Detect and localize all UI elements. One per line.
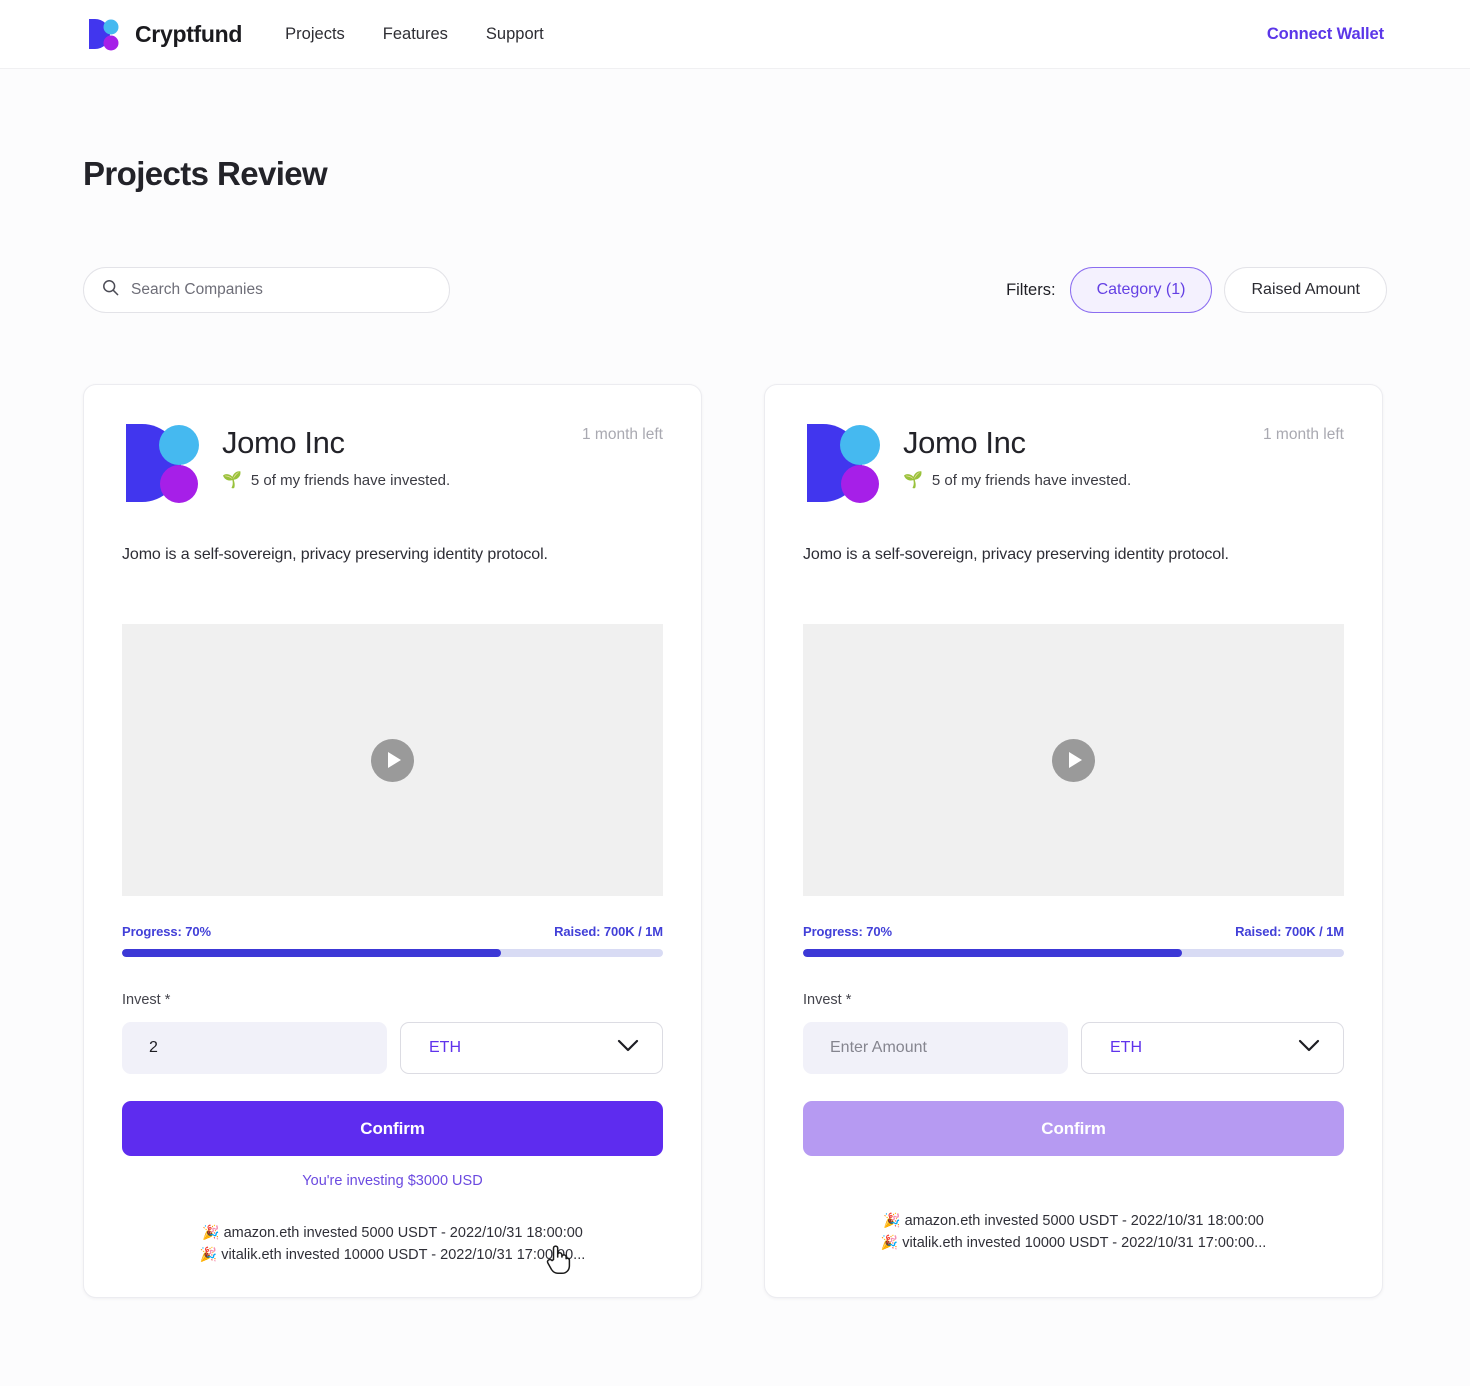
list-item: 🎉 vitalik.eth invested 10000 USDT - 2022… — [803, 1232, 1344, 1254]
site-header: Cryptfund Projects Features Support Conn… — [0, 0, 1470, 69]
invest-amount-input[interactable] — [803, 1022, 1068, 1074]
confirm-button[interactable]: Confirm — [122, 1101, 663, 1156]
activity-text: amazon.eth invested 5000 USDT - 2022/10/… — [904, 1213, 1264, 1229]
progress-bar-fill — [122, 949, 501, 957]
connect-wallet-button[interactable]: Connect Wallet — [1267, 25, 1384, 44]
friends-invested-text: 5 of my friends have invested. — [250, 472, 451, 490]
friends-invested-text: 5 of my friends have invested. — [931, 472, 1132, 490]
page-content: Projects Review Filters: Category (1) Ra… — [0, 155, 1470, 1298]
nav-link-features[interactable]: Features — [383, 17, 448, 52]
nav-link-support[interactable]: Support — [486, 17, 544, 52]
project-card: Jomo Inc 🌱 5 of my friends have invested… — [83, 384, 702, 1298]
invest-row: ETH — [122, 1022, 663, 1074]
card-header: Jomo Inc 🌱 5 of my friends have invested… — [122, 420, 663, 504]
play-icon[interactable] — [371, 738, 414, 782]
confirm-button[interactable]: Confirm — [803, 1101, 1344, 1156]
token-select[interactable]: ETH — [1081, 1022, 1344, 1074]
activity-log: 🎉 amazon.eth invested 5000 USDT - 2022/1… — [803, 1210, 1344, 1255]
activity-log: 🎉 amazon.eth invested 5000 USDT - 2022/1… — [122, 1222, 663, 1267]
party-popper-icon: 🎉 — [199, 1246, 218, 1263]
jomo-logo-icon — [803, 422, 881, 504]
search-icon — [102, 279, 119, 301]
filter-chip-raised-amount[interactable]: Raised Amount — [1224, 267, 1387, 313]
project-cards: Jomo Inc 🌱 5 of my friends have invested… — [83, 384, 1387, 1298]
party-popper-icon: 🎉 — [883, 1212, 901, 1228]
jomo-logo-icon — [122, 422, 200, 504]
invest-row: ETH — [803, 1022, 1344, 1074]
token-select-value: ETH — [1110, 1039, 1142, 1056]
activity-text: vitalik.eth invested 10000 USDT - 2022/1… — [902, 1235, 1267, 1252]
progress-bar — [803, 949, 1344, 957]
project-description: Jomo is a self-sovereign, privacy preser… — [122, 546, 548, 563]
seedling-icon: 🌱 — [903, 471, 923, 489]
progress-label: Progress: 70% — [803, 924, 893, 939]
party-popper-icon: 🎉 — [202, 1224, 220, 1240]
token-select[interactable]: ETH — [400, 1022, 663, 1074]
investing-note: You're investing $3000 USD — [302, 1173, 483, 1189]
video-placeholder[interactable] — [803, 624, 1344, 896]
brand-name: Cryptfund — [135, 20, 243, 47]
progress-bar — [122, 949, 663, 957]
filters-label: Filters: — [1006, 280, 1056, 299]
list-item: 🎉 amazon.eth invested 5000 USDT - 2022/1… — [803, 1210, 1344, 1232]
progress-row: Progress: 70% Raised: 700K / 1M — [803, 924, 1344, 939]
seedling-icon: 🌱 — [222, 471, 242, 489]
progress-label: Progress: 70% — [122, 924, 212, 939]
page-title: Projects Review — [83, 155, 328, 192]
time-left-label: 1 month left — [582, 426, 663, 443]
invest-field-label: Invest * — [122, 992, 171, 1008]
nav-link-projects[interactable]: Projects — [285, 17, 345, 52]
search-input[interactable] — [131, 281, 431, 299]
raised-label: Raised: 700K / 1M — [554, 924, 663, 939]
invest-field-label: Invest * — [803, 992, 852, 1008]
filters-group: Filters: Category (1) Raised Amount — [1006, 267, 1387, 313]
progress-row: Progress: 70% Raised: 700K / 1M — [122, 924, 663, 939]
party-popper-icon: 🎉 — [880, 1234, 899, 1251]
brand-logo[interactable]: Cryptfund — [86, 17, 242, 51]
list-item: 🎉 vitalik.eth invested 10000 USDT - 2022… — [122, 1244, 663, 1266]
search-box[interactable] — [83, 267, 450, 313]
play-icon[interactable] — [1052, 738, 1095, 782]
controls-row: Filters: Category (1) Raised Amount — [83, 267, 1387, 313]
invest-amount-input[interactable] — [122, 1022, 387, 1074]
list-item: 🎉 amazon.eth invested 5000 USDT - 2022/1… — [122, 1222, 663, 1244]
chevron-down-icon — [1298, 1039, 1320, 1057]
token-select-value: ETH — [429, 1039, 461, 1056]
chevron-down-icon — [617, 1039, 639, 1057]
project-card: Jomo Inc 🌱 5 of my friends have invested… — [764, 384, 1383, 1298]
friends-invested-row: 🌱 5 of my friends have invested. — [222, 472, 663, 489]
raised-label: Raised: 700K / 1M — [1235, 924, 1344, 939]
cryptfund-logo-icon — [86, 17, 122, 51]
progress-bar-fill — [803, 949, 1182, 957]
video-placeholder[interactable] — [122, 624, 663, 896]
activity-text: vitalik.eth invested 10000 USDT - 2022/1… — [221, 1247, 586, 1264]
card-header: Jomo Inc 🌱 5 of my friends have invested… — [803, 420, 1344, 504]
activity-text: amazon.eth invested 5000 USDT - 2022/10/… — [223, 1225, 583, 1241]
project-description: Jomo is a self-sovereign, privacy preser… — [803, 546, 1229, 563]
friends-invested-row: 🌱 5 of my friends have invested. — [903, 472, 1344, 489]
time-left-label: 1 month left — [1263, 426, 1344, 443]
filter-chip-category[interactable]: Category (1) — [1069, 267, 1213, 313]
main-nav: Projects Features Support — [285, 17, 544, 52]
